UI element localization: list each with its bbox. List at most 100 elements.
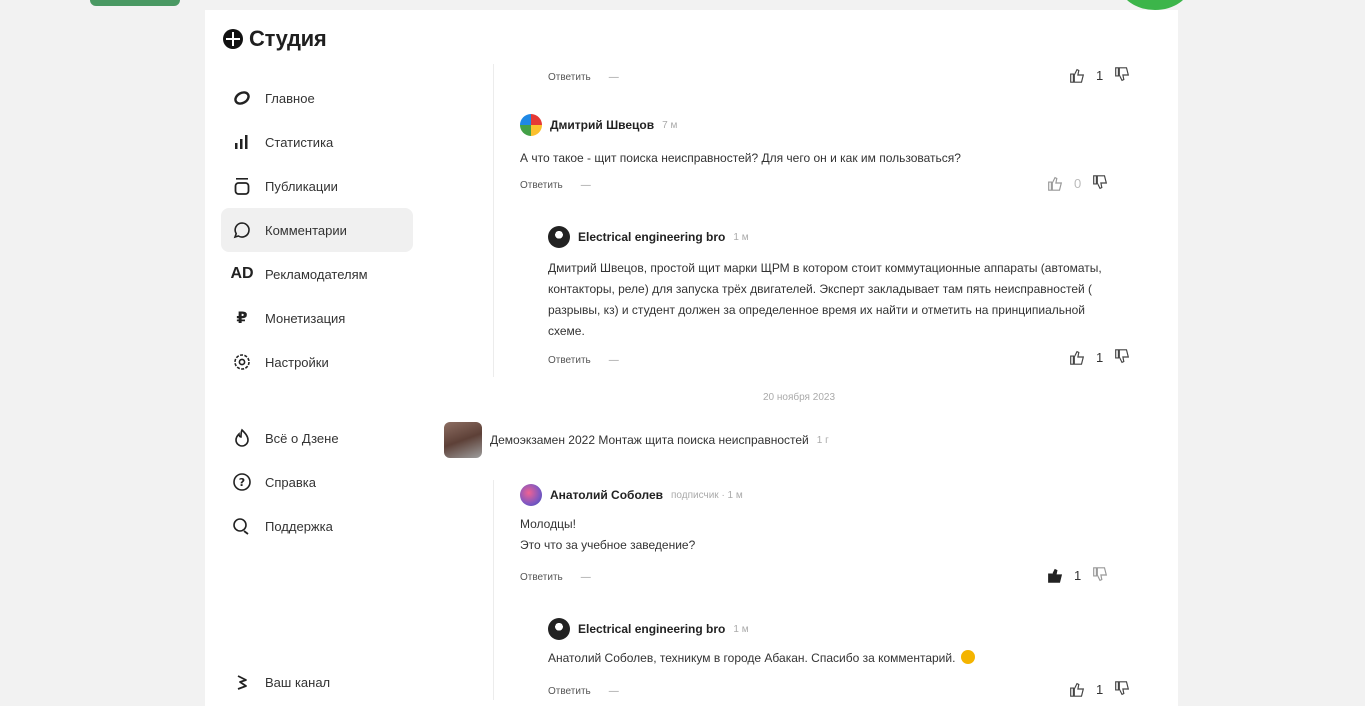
comment: Electrical engineering bro 1 м Анатолий … bbox=[548, 618, 1128, 669]
like-icon[interactable] bbox=[1068, 348, 1086, 366]
help-icon: ? bbox=[231, 471, 253, 493]
left-backdrop bbox=[0, 0, 205, 706]
reactions: 1 bbox=[1046, 566, 1109, 584]
nav-label: Комментарии bbox=[265, 222, 347, 238]
nav-item-advertisers[interactable]: AD Рекламодателям bbox=[221, 252, 413, 296]
reactions: 1 bbox=[1068, 66, 1131, 84]
reply-button[interactable]: Ответить bbox=[548, 355, 591, 366]
nav-item-help[interactable]: ? Справка bbox=[221, 460, 413, 504]
thread-line bbox=[493, 64, 494, 377]
comment-author[interactable]: Дмитрий Швецов bbox=[550, 118, 654, 132]
more-dash[interactable]: — bbox=[609, 686, 619, 697]
comment-author[interactable]: Electrical engineering bro bbox=[578, 622, 725, 636]
svg-text:?: ? bbox=[239, 476, 245, 489]
smile-emoji-icon bbox=[960, 650, 975, 664]
nav-item-your-channel[interactable]: Ваш канал bbox=[221, 660, 413, 704]
comment-icon bbox=[231, 219, 253, 241]
top-logo-fragment bbox=[90, 0, 180, 6]
nav-label: Монетизация bbox=[265, 310, 346, 326]
reply-row: Ответить — bbox=[548, 686, 619, 697]
nav-item-about-dzen[interactable]: Всё о Дзене bbox=[221, 416, 413, 460]
dislike-icon[interactable] bbox=[1091, 566, 1109, 584]
avatar[interactable] bbox=[520, 484, 542, 506]
nav-item-monetization[interactable]: ₽ Монетизация bbox=[221, 296, 413, 340]
nav-item-main[interactable]: Главное bbox=[221, 76, 413, 120]
video-row[interactable]: Демоэкзамен 2022 Монтаж щита поиска неис… bbox=[444, 422, 829, 458]
comment-text: Дмитрий Швецов, простой щит марки ЩРМ в … bbox=[548, 261, 1102, 338]
video-time: 1 г bbox=[816, 434, 829, 446]
reactions: 0 bbox=[1046, 174, 1109, 192]
bar-chart-icon bbox=[231, 131, 253, 153]
comment-text: Молодцы! bbox=[520, 517, 576, 531]
like-icon[interactable] bbox=[1068, 66, 1086, 84]
nav-label: Всё о Дзене bbox=[265, 430, 339, 446]
reply-button[interactable]: Ответить bbox=[548, 686, 591, 697]
like-count: 1 bbox=[1096, 67, 1104, 83]
date-separator: 20 ноября 2023 bbox=[762, 392, 836, 403]
avatar[interactable] bbox=[548, 226, 570, 248]
main-nav: Главное Статистика Публикации Комментари… bbox=[221, 76, 413, 384]
spiral-icon bbox=[231, 87, 253, 109]
reply-row: Ответить — bbox=[548, 72, 619, 83]
nav-item-publications[interactable]: Публикации bbox=[221, 164, 413, 208]
reactions: 1 bbox=[1068, 348, 1131, 366]
more-dash[interactable]: — bbox=[609, 72, 619, 83]
brand-name: Студия bbox=[249, 26, 327, 51]
like-count: 1 bbox=[1074, 567, 1082, 583]
more-dash[interactable]: — bbox=[581, 180, 591, 191]
page: Студия Главное Статистика Публикации Ком… bbox=[0, 0, 1365, 706]
nav-label: Ваш канал bbox=[265, 674, 331, 690]
nav-item-comments[interactable]: Комментарии bbox=[221, 208, 413, 252]
comment-time: подписчик · 1 м bbox=[671, 489, 743, 501]
publications-icon bbox=[231, 175, 253, 197]
like-icon[interactable] bbox=[1068, 680, 1086, 698]
comment-author[interactable]: Electrical engineering bro bbox=[578, 230, 725, 244]
reactions: 1 bbox=[1068, 680, 1131, 698]
comment: Electrical engineering bro 1 м Дмитрий Ш… bbox=[548, 226, 1108, 342]
secondary-nav: Всё о Дзене ? Справка Поддержка bbox=[221, 416, 413, 548]
nav-item-support[interactable]: Поддержка bbox=[221, 504, 413, 548]
support-icon bbox=[231, 515, 253, 537]
video-title[interactable]: Демоэкзамен 2022 Монтаж щита поиска неис… bbox=[490, 433, 809, 447]
avatar[interactable] bbox=[548, 618, 570, 640]
comments-feed: Ответить — 1 Дмитрий Швецов 7 м А что та… bbox=[420, 10, 1178, 706]
ad-icon: AD bbox=[230, 265, 254, 282]
dislike-icon[interactable] bbox=[1113, 66, 1131, 84]
channel-icon bbox=[231, 671, 253, 693]
comment-time: 1 м bbox=[733, 623, 749, 635]
thread-line bbox=[493, 480, 494, 700]
like-icon[interactable] bbox=[1046, 174, 1064, 192]
more-dash[interactable]: — bbox=[609, 355, 619, 366]
reply-button[interactable]: Ответить bbox=[548, 72, 591, 83]
nav-item-stats[interactable]: Статистика bbox=[221, 120, 413, 164]
fire-icon bbox=[231, 427, 253, 449]
video-thumbnail[interactable] bbox=[444, 422, 482, 458]
nav-label: Публикации bbox=[265, 178, 338, 194]
nav-label: Рекламодателям bbox=[265, 266, 368, 282]
right-backdrop bbox=[1178, 0, 1365, 706]
ruble-icon: ₽ bbox=[236, 310, 248, 327]
more-dash[interactable]: — bbox=[581, 572, 591, 583]
dislike-icon[interactable] bbox=[1091, 174, 1109, 192]
nav-item-settings[interactable]: Настройки bbox=[221, 340, 413, 384]
brand[interactable]: Студия bbox=[223, 26, 327, 52]
studio-logo-icon bbox=[223, 29, 243, 49]
nav-label: Настройки bbox=[265, 354, 329, 370]
avatar[interactable] bbox=[520, 114, 542, 136]
reply-button[interactable]: Ответить bbox=[520, 180, 563, 191]
comment-author[interactable]: Анатолий Соболев bbox=[550, 488, 663, 502]
like-icon[interactable] bbox=[1046, 566, 1064, 584]
gear-icon bbox=[231, 351, 253, 373]
comment-time: 7 м bbox=[662, 119, 678, 131]
dislike-icon[interactable] bbox=[1113, 348, 1131, 366]
sidebar: Студия Главное Статистика Публикации Ком… bbox=[205, 10, 420, 706]
like-count: 1 bbox=[1096, 681, 1104, 697]
comment-text: Это что за учебное заведение? bbox=[520, 538, 696, 552]
nav-label: Главное bbox=[265, 90, 315, 106]
nav-label: Справка bbox=[265, 474, 316, 490]
dislike-icon[interactable] bbox=[1113, 680, 1131, 698]
reply-row: Ответить — bbox=[520, 180, 591, 191]
comment: Анатолий Соболев подписчик · 1 м Молодцы… bbox=[520, 484, 1120, 556]
bottom-nav: Ваш канал bbox=[221, 660, 413, 704]
reply-button[interactable]: Ответить bbox=[520, 572, 563, 583]
